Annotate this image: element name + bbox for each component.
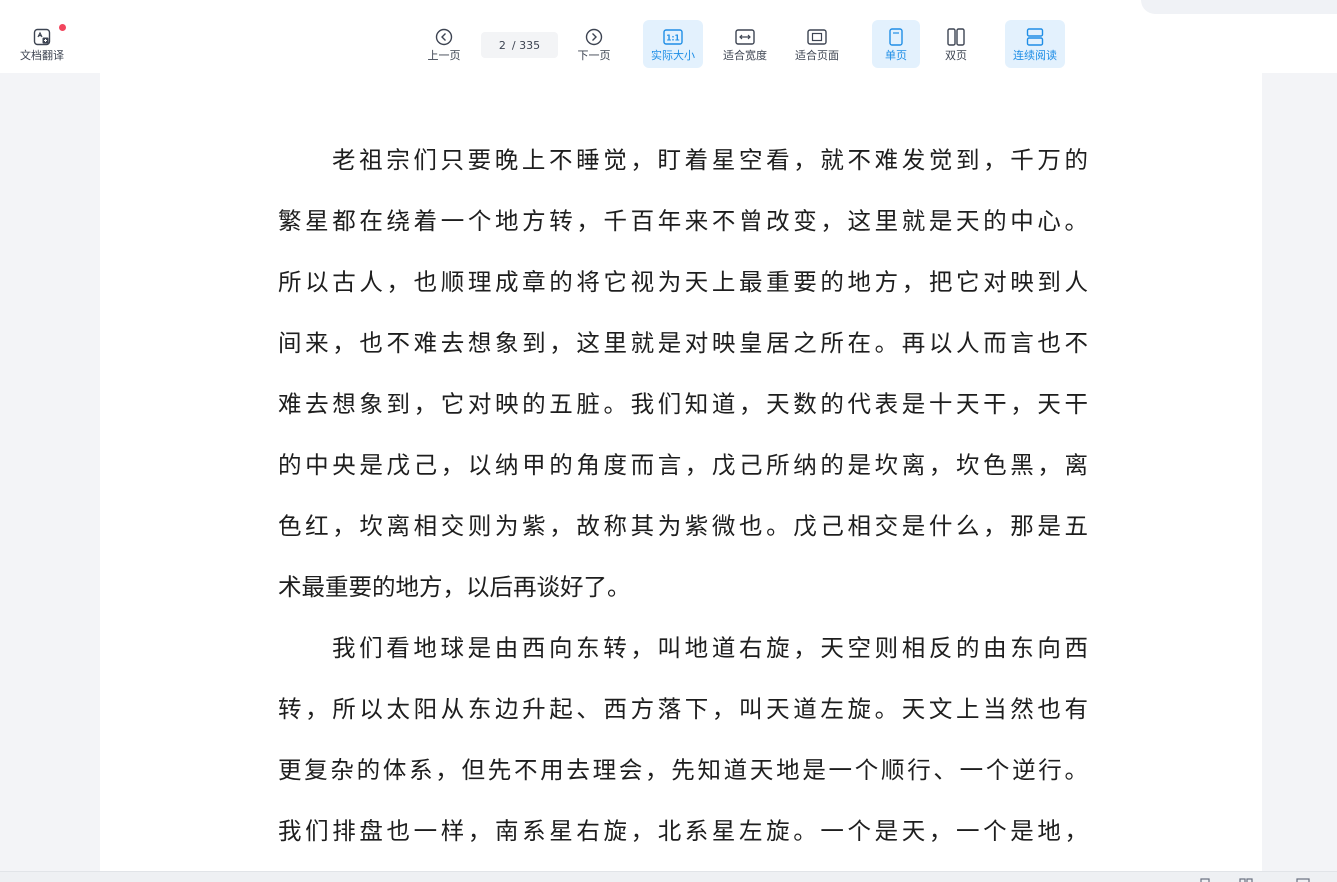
fit-page-button[interactable]: 适合页面 xyxy=(788,20,846,68)
text-line: 老祖宗们只要晚上不睡觉，盯着星空看，就不难发觉到，千万的 xyxy=(332,146,1088,174)
single-page-icon xyxy=(886,27,906,47)
actual-size-icon: 1:1 xyxy=(663,27,683,47)
fit-width-button[interactable]: 适合宽度 xyxy=(716,20,774,68)
top-right-tab-edge xyxy=(1141,0,1337,14)
prev-page-button[interactable]: 上一页 xyxy=(424,20,464,68)
text-line: 色红，坎离相交则为紫，故称其为紫微也。戊己相交是什么，那是五 xyxy=(278,512,1088,540)
text-line: 更复杂的体系，但先不用去理会，先知道天地是一个顺行、一个逆行。 xyxy=(278,756,1088,784)
status-bar xyxy=(0,871,1337,882)
text-line: 所以古人，也顺理成章的将它视为天上最重要的地方，把它对映到人 xyxy=(278,268,1088,296)
double-page-icon xyxy=(946,27,966,47)
paragraph-1: 老祖宗们只要晚上不睡觉，盯着星空看，就不难发觉到，千万的 繁星都在绕着一个地方转… xyxy=(278,130,1088,618)
fit-width-icon xyxy=(735,27,755,47)
text-line: 难去想象到，它对映的五脏。我们知道，天数的代表是十天干，天干 xyxy=(278,390,1088,418)
text-line: 我们排盘也一样，南系星右旋，北系星左旋。一个是天，一个是地， xyxy=(278,817,1088,845)
text-line: 转，所以太阳从东边升起、西方落下，叫天道左旋。天文上当然也有 xyxy=(278,695,1088,723)
text-line: 的中央是戊己，以纳甲的角度而言，戊己所纳的是坎离，坎色黑，离 xyxy=(278,451,1088,479)
page-number-field[interactable]: 2 / 335 xyxy=(481,32,558,58)
fit-width-label: 适合宽度 xyxy=(723,49,767,62)
double-page-button[interactable]: 双页 xyxy=(935,20,977,68)
translate-label: 文档翻译 xyxy=(20,49,64,62)
total-pages: / 335 xyxy=(511,38,541,52)
single-page-label: 单页 xyxy=(885,49,907,62)
single-page-view-icon[interactable] xyxy=(1199,873,1213,882)
continuous-view-icon[interactable] xyxy=(1296,873,1310,882)
notification-dot xyxy=(59,24,66,31)
chevron-left-circle-icon xyxy=(434,27,454,47)
fit-page-icon xyxy=(807,27,827,47)
double-page-label: 双页 xyxy=(945,49,967,62)
actual-size-label: 实际大小 xyxy=(651,49,695,62)
text-line: 间来，也不难去想象到，这里就是对映皇居之所在。再以人而言也不 xyxy=(278,329,1088,357)
current-page-input[interactable]: 2 xyxy=(499,39,506,52)
document-page: 老祖宗们只要晚上不睡觉，盯着星空看，就不难发觉到，千万的 繁星都在绕着一个地方转… xyxy=(100,73,1262,871)
chevron-right-circle-icon xyxy=(584,27,604,47)
translate-icon xyxy=(32,27,52,47)
actual-size-button[interactable]: 1:1 实际大小 xyxy=(643,20,703,68)
text-line: 术最重要的地方，以后再谈好了。 xyxy=(278,573,631,601)
document-translate-button[interactable]: 文档翻译 xyxy=(14,20,70,68)
next-page-button[interactable]: 下一页 xyxy=(574,20,614,68)
continuous-reading-button[interactable]: 连续阅读 xyxy=(1005,20,1065,68)
toolbar: 文档翻译 上一页 2 / 335 下一页 1:1 实际大小 适合宽度 适合页面 xyxy=(0,0,1337,73)
single-page-button[interactable]: 单页 xyxy=(872,20,920,68)
continuous-reading-label: 连续阅读 xyxy=(1013,49,1057,62)
actual-size-icon-text: 1:1 xyxy=(666,33,679,42)
text-line: 我们看地球是由西向东转，叫地道右旋，天空则相反的由东向西 xyxy=(332,634,1088,662)
text-line: 繁星都在绕着一个地方转，千百年来不曾改变，这里就是天的中心。 xyxy=(278,207,1088,235)
double-page-view-icon[interactable] xyxy=(1239,873,1253,882)
prev-page-label: 上一页 xyxy=(427,49,461,62)
continuous-reading-icon xyxy=(1025,27,1045,47)
next-page-label: 下一页 xyxy=(577,49,611,62)
fit-page-label: 适合页面 xyxy=(795,49,839,62)
paragraph-2: 我们看地球是由西向东转，叫地道右旋，天空则相反的由东向西 转，所以太阳从东边升起… xyxy=(278,618,1088,862)
